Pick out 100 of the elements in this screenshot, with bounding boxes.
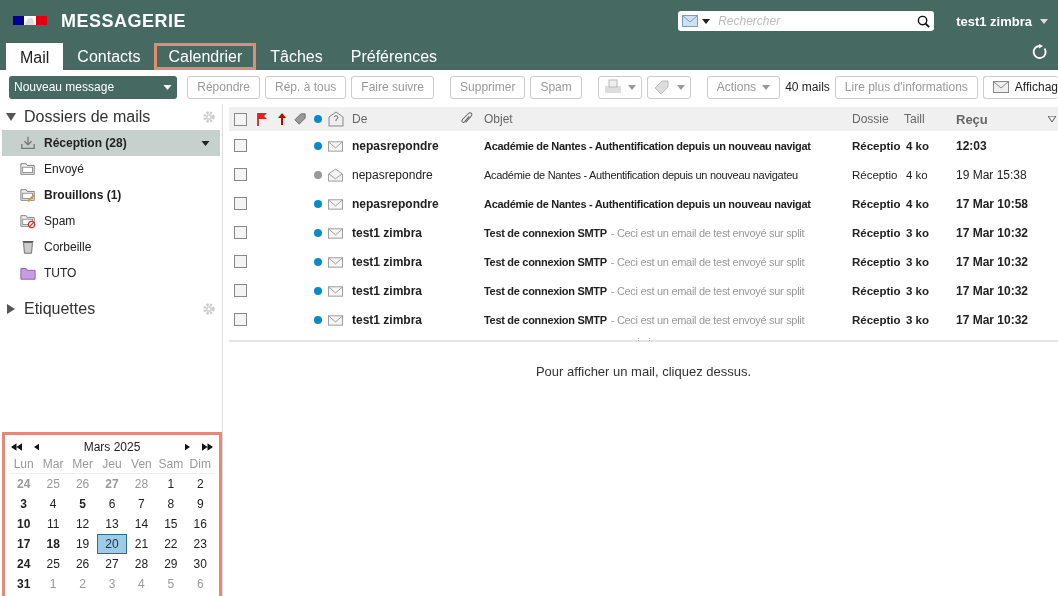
select-all-checkbox[interactable]: [234, 112, 247, 126]
row-checkbox[interactable]: [234, 197, 247, 210]
folder-item[interactable]: Réception (28): [2, 130, 220, 156]
calendar-day[interactable]: 22: [156, 534, 186, 554]
calendar-day[interactable]: 28: [126, 554, 157, 574]
column-header[interactable]: Objet: [484, 112, 852, 126]
calendar-day[interactable]: 9: [185, 494, 215, 514]
row-checkbox[interactable]: [234, 168, 247, 181]
calendar-day[interactable]: 4: [38, 494, 68, 514]
calendar-day[interactable]: 8: [156, 494, 186, 514]
folder-item[interactable]: TUTO: [2, 260, 220, 286]
column-header[interactable]: De: [352, 112, 460, 126]
printer-icon: [603, 79, 622, 95]
calendar-day[interactable]: 18: [38, 534, 68, 554]
calendar-day[interactable]: 27: [97, 554, 127, 574]
sort-arrow-icon[interactable]: [1048, 116, 1056, 122]
row-checkbox[interactable]: [234, 139, 247, 152]
read-status-dot[interactable]: [314, 115, 322, 123]
search-icon[interactable]: [917, 14, 931, 28]
folder-item[interactable]: Brouillons (1): [2, 182, 220, 208]
folder-item[interactable]: Corbeille: [2, 234, 220, 260]
column-header[interactable]: Dossie: [852, 112, 904, 126]
previous-year-icon[interactable]: [11, 443, 22, 451]
calendar-day[interactable]: 10: [9, 514, 39, 534]
envelope-icon: [328, 196, 343, 211]
calendar-day[interactable]: 2: [185, 474, 215, 494]
calendar-day[interactable]: 12: [67, 514, 98, 534]
mail-row[interactable]: nepasrepondre Académie de Nantes - Authentification depuis un nouveau navigat Réceptio 4 ko 12:03: [229, 131, 1058, 160]
calendar-day[interactable]: 25: [38, 554, 68, 574]
mail-row[interactable]: test1 zimbra Test de connexion SMTP - Ceci est un email de test envoyé sur split Réceptio 3 ko 17 Mar 10:32: [229, 218, 1058, 247]
mail-row[interactable]: test1 zimbra Test de connexion SMTP - Ceci est un email de test envoyé sur split Réceptio 3 ko 17 Mar 10:32: [229, 276, 1058, 305]
section-title[interactable]: Dossiers de mails: [24, 108, 194, 126]
calendar-day[interactable]: 20: [97, 534, 127, 554]
calendar-day[interactable]: 15: [156, 514, 186, 534]
previous-month-icon[interactable]: [34, 443, 39, 451]
app-tab[interactable]: Mail: [6, 43, 64, 70]
calendar-day[interactable]: 24: [9, 554, 39, 574]
flag-icon[interactable]: [256, 112, 268, 126]
calendar-day[interactable]: 3: [9, 494, 39, 514]
mail-row[interactable]: test1 zimbra Test de connexion SMTP - Ceci est un email de test envoyé sur split Réceptio 3 ko 17 Mar 10:32: [229, 247, 1058, 276]
sender-cell-text: nepasrepondre: [352, 138, 440, 153]
weekday-label: Dim: [185, 455, 215, 474]
next-year-icon[interactable]: [202, 443, 213, 451]
envelope-icon: [328, 312, 343, 327]
app-tab[interactable]: Tâches: [256, 43, 337, 70]
app-tab[interactable]: Contacts: [63, 43, 155, 70]
folder-cell-text: Réceptio: [852, 284, 902, 297]
envelope-question-icon[interactable]: [328, 111, 344, 127]
column-header[interactable]: Taill: [904, 112, 952, 126]
calendar-day[interactable]: 31: [9, 574, 39, 594]
paperclip-icon[interactable]: [460, 112, 473, 126]
sender-cell-text: test1 zimbra: [352, 312, 424, 327]
calendar-day[interactable]: 30: [185, 554, 215, 574]
search-bar[interactable]: Rechercher: [678, 11, 935, 31]
next-month-icon[interactable]: [185, 443, 190, 451]
mail-row[interactable]: nepasrepondre Académie de Nantes - Authentification depuis un nouveau navigat Réceptio 4 ko 17 Mar 10:58: [229, 189, 1058, 218]
envelope-icon: [328, 225, 343, 240]
priority-arrow-icon[interactable]: [276, 112, 288, 126]
weekday-label: Mer: [67, 455, 98, 474]
calendar-day[interactable]: 11: [38, 514, 68, 534]
calendar-day[interactable]: 13: [97, 514, 127, 534]
new-message-button[interactable]: Nouveau message: [9, 75, 178, 99]
row-checkbox[interactable]: [234, 255, 247, 268]
section-title[interactable]: Etiquettes: [24, 300, 194, 318]
row-checkbox[interactable]: [234, 284, 247, 297]
sent-folder-icon: [20, 161, 36, 177]
size-cell-text: 3 ko: [905, 313, 930, 326]
refresh-icon[interactable]: [1032, 44, 1048, 60]
calendar-day[interactable]: 23: [185, 534, 215, 554]
calendar-day[interactable]: 14: [126, 514, 157, 534]
calendar-day[interactable]: 19: [67, 534, 98, 554]
calendar-day[interactable]: 17: [9, 534, 39, 554]
subject-cell-text: Académie de Nantes - Authentification depuis un nouveau navigat: [484, 197, 812, 210]
calendar-day[interactable]: 7: [126, 494, 157, 514]
calendar-day[interactable]: 1: [156, 474, 186, 494]
caret-icon[interactable]: [201, 140, 210, 146]
expand-arrow-icon[interactable]: [6, 112, 16, 122]
app-tab[interactable]: Préférences: [336, 43, 452, 70]
row-checkbox[interactable]: [234, 226, 247, 239]
calendar-day[interactable]: 16: [185, 514, 215, 534]
mail-row[interactable]: nepasrepondre Académie de Nantes - Authentification depuis un nouveau navigateu Réceptio 4 ko 19 Mar 15:38: [229, 160, 1058, 189]
folder-item[interactable]: Spam: [2, 208, 220, 234]
tag-icon[interactable]: [294, 112, 306, 126]
expand-arrow-icon[interactable]: [6, 304, 16, 314]
calendar-day[interactable]: 6: [97, 494, 127, 514]
calendar-day[interactable]: 29: [156, 554, 186, 574]
app-tab[interactable]: Calendrier: [154, 43, 257, 70]
calendar-day[interactable]: 5: [67, 494, 98, 514]
trash-folder-icon: [20, 239, 36, 255]
user-menu[interactable]: test1 zimbra: [956, 13, 1048, 29]
column-header[interactable]: Reçu: [952, 111, 1048, 127]
folder-item[interactable]: Envoyé: [2, 156, 220, 182]
drafts-folder-icon: [20, 187, 36, 203]
calendar-day[interactable]: 21: [126, 534, 157, 554]
view-button[interactable]: Affichag: [982, 75, 1058, 99]
folder-cell-text: Réceptio: [852, 168, 899, 181]
caret-icon[interactable]: [702, 18, 711, 24]
calendar-day[interactable]: 26: [67, 554, 98, 574]
row-checkbox[interactable]: [234, 313, 247, 326]
mail-row[interactable]: test1 zimbra Test de connexion SMTP - Ceci est un email de test envoyé sur split Réceptio 3 ko 17 Mar 10:32: [229, 305, 1058, 334]
